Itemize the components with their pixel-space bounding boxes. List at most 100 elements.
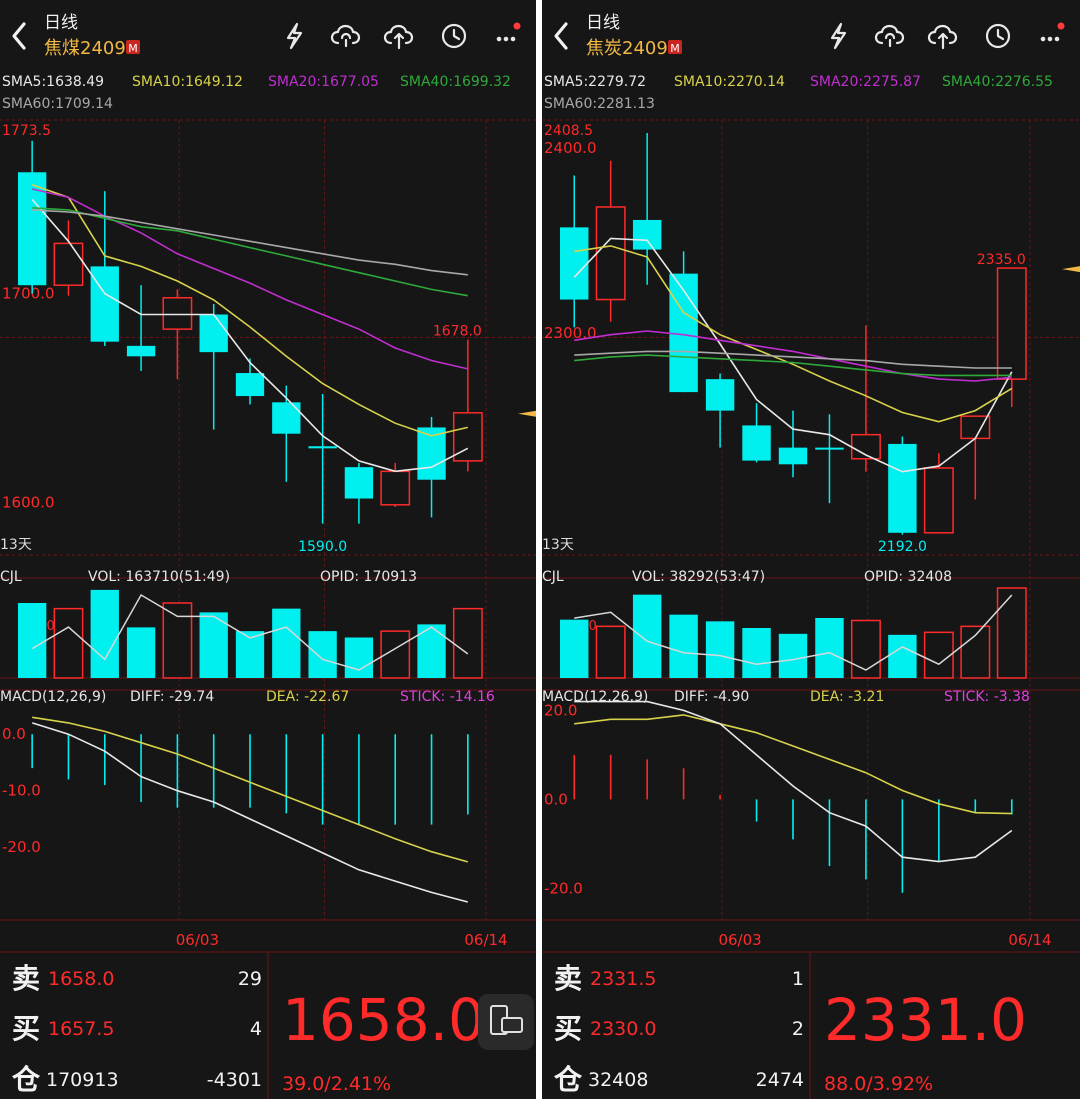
macd-dea-line (574, 714, 1012, 815)
volume-bar (272, 608, 301, 678)
volume-bar (162, 602, 193, 679)
more-icon[interactable] (1040, 22, 1065, 42)
candle-body (632, 219, 662, 250)
sma-label-3: SMA20:1677.05 (268, 74, 379, 90)
sma-label-3: SMA20:2275.87 (810, 74, 921, 90)
sell-quantity: 1 (792, 968, 804, 990)
buy-label: 买 (554, 1012, 582, 1045)
macd-dea: DEA: -22.67 (266, 689, 349, 705)
macd-label: MACD(12,26,9) (0, 689, 106, 705)
sma-line-sma10 (574, 245, 1013, 423)
price-axis-label: 2300.0 (544, 324, 597, 342)
macd-axis-label: 0.0 (544, 790, 568, 808)
buy-label: 买 (12, 1012, 40, 1045)
peak-price-label: 1773.5 (2, 123, 51, 139)
chart-grid (0, 119, 536, 921)
macd-stick: STICK: -3.38 (944, 689, 1030, 705)
period-label: 日线 (586, 13, 620, 33)
volume-bar (923, 631, 954, 679)
sma-label-4: SMA40:2276.55 (942, 74, 1053, 90)
candle-body (126, 345, 156, 357)
lightning-icon[interactable] (286, 22, 303, 50)
volume-bar (308, 631, 337, 678)
period-label: 日线 (44, 13, 78, 33)
market-badge-text: M (128, 42, 138, 55)
volume-bar (595, 625, 626, 679)
sell-price: 2331.5 (590, 968, 656, 990)
candle-body (162, 297, 193, 330)
contract-symbol: 焦煤2409 (44, 38, 126, 59)
device-toggle-icon-tablet[interactable] (501, 1017, 523, 1033)
chart-panel-left: 日线 焦煤2409 M SMA5:1638.49 SMA10:1649.12 SMA20:… (0, 0, 536, 1099)
position-label: 仓 (12, 1063, 41, 1096)
macd-diff: DIFF: -4.90 (674, 689, 749, 705)
volume-bar (452, 607, 483, 679)
volume-value: VOL: 38292(53:47) (632, 569, 765, 585)
cloud-sync-icon[interactable] (874, 24, 905, 48)
sell-label: 卖 (12, 962, 40, 995)
kline-chart-left: 日线焦煤2409 M SMA5:1638.49 SMA10:1649.12 SMA20:… (0, 13, 536, 1099)
cloud-upload-icon[interactable] (383, 24, 414, 50)
volume-bar (669, 614, 698, 678)
sma-label-2: SMA10:2270.14 (674, 74, 785, 90)
volume-bar (742, 628, 771, 678)
position-label: 仓 (554, 1063, 583, 1096)
buy-quantity: 2 (792, 1018, 804, 1040)
candle-body (595, 206, 626, 301)
volume-bar (17, 603, 47, 678)
macd-dea: DEA: -3.21 (810, 689, 884, 705)
days-label: 13天 (542, 537, 574, 553)
sell-price: 1658.0 (48, 968, 114, 990)
price-change: 88.0/3.92% (824, 1073, 933, 1095)
sma-line-sma60 (32, 209, 468, 276)
last-price: 1658.0 (282, 986, 485, 1054)
date-label-end: 06/14 (464, 931, 507, 949)
sma-label-1: SMA5:2279.72 (544, 74, 646, 90)
date-label-start: 06/03 (718, 931, 761, 949)
last-price: 2331.0 (824, 986, 1027, 1054)
sell-quantity: 29 (238, 968, 262, 990)
position-quantity: -4301 (207, 1069, 262, 1091)
market-badge-text: M (670, 42, 680, 55)
macd-axis-label: 0.0 (2, 725, 26, 743)
chart-panel-right: 日线 焦炭2409 M SMA5:2279.72 SMA10:2270.14 SMA20:… (542, 0, 1080, 1099)
low-price-label: 2192.0 (878, 539, 927, 555)
price-axis-label: 1700.0 (2, 285, 55, 303)
back-chevron-icon[interactable] (554, 22, 568, 50)
volume-bar (705, 621, 735, 678)
open-interest-value: OPID: 170913 (320, 569, 417, 585)
clock-icon[interactable] (441, 23, 467, 49)
macd-diff: DIFF: -29.74 (130, 689, 214, 705)
sma-line-sma60 (574, 350, 1012, 369)
volume-label: CJL (0, 569, 22, 585)
candle-body (235, 373, 265, 397)
macd-axis-label: -20.0 (544, 879, 583, 897)
buy-quantity: 4 (250, 1018, 262, 1040)
candle-body (560, 227, 589, 300)
candle-body (199, 314, 228, 353)
sma-label-4: SMA40:1699.32 (400, 74, 511, 90)
volume-label: CJL (542, 569, 564, 585)
position-price: 170913 (46, 1069, 119, 1091)
lightning-icon[interactable] (830, 22, 847, 50)
open-interest-value: OPID: 32408 (864, 569, 952, 585)
position-price: 32408 (588, 1069, 648, 1091)
volume-bar (90, 589, 119, 678)
clock-icon[interactable] (985, 23, 1011, 49)
sma-label-5: SMA60:1709.14 (2, 96, 113, 112)
price-change: 39.0/2.41% (282, 1073, 391, 1095)
cloud-sync-icon[interactable] (330, 24, 361, 48)
price-axis-label: 2400.0 (544, 139, 597, 157)
days-label: 13天 (0, 537, 32, 553)
macd-stick: STICK: -14.16 (400, 689, 495, 705)
cloud-upload-icon[interactable] (927, 24, 958, 50)
candle-body (778, 447, 808, 465)
candle-body (923, 467, 954, 534)
more-icon[interactable] (496, 22, 521, 42)
sell-label: 卖 (554, 962, 582, 995)
sma-label-2: SMA10:1649.12 (132, 74, 243, 90)
back-chevron-icon[interactable] (12, 22, 26, 50)
volume-bar (53, 607, 84, 679)
candle-body (272, 402, 301, 434)
volume-bar (632, 594, 662, 678)
